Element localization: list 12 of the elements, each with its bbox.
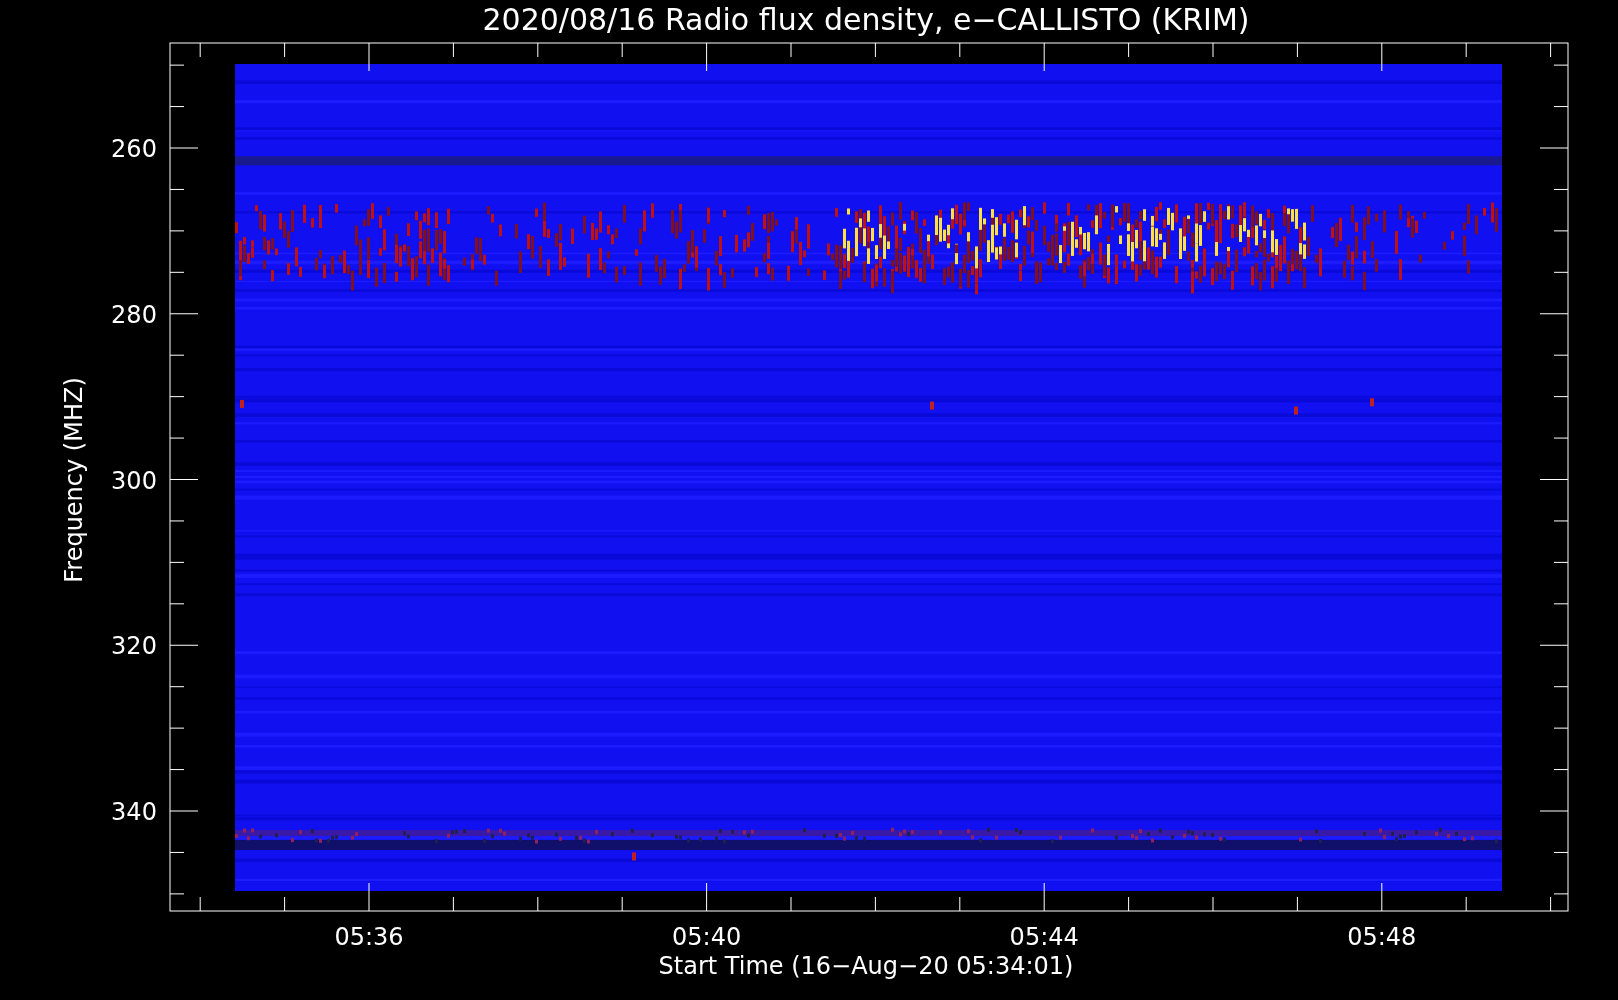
axis-tick-label: 280 (111, 300, 157, 329)
y-axis-label: Frequency (MHZ) (60, 377, 88, 583)
axis-tick-label: 05:44 (1009, 923, 1079, 951)
axis-tick-label: 260 (111, 135, 157, 163)
axis-tick-label: 05:48 (1347, 923, 1417, 951)
chart-title: 2020/08/16 Radio flux density, e−CALLISTO (KRIM) (482, 2, 1250, 37)
x-axis-label: Start Time (16−Aug−20 05:34:01) (658, 952, 1074, 980)
axis-tick-label: 05:36 (334, 923, 404, 951)
axis-tick-label: 320 (111, 632, 157, 661)
axis-tick-label: 340 (111, 798, 157, 826)
axis-tick-label: 300 (111, 466, 157, 495)
axis-tick-label: 05:40 (672, 923, 742, 951)
